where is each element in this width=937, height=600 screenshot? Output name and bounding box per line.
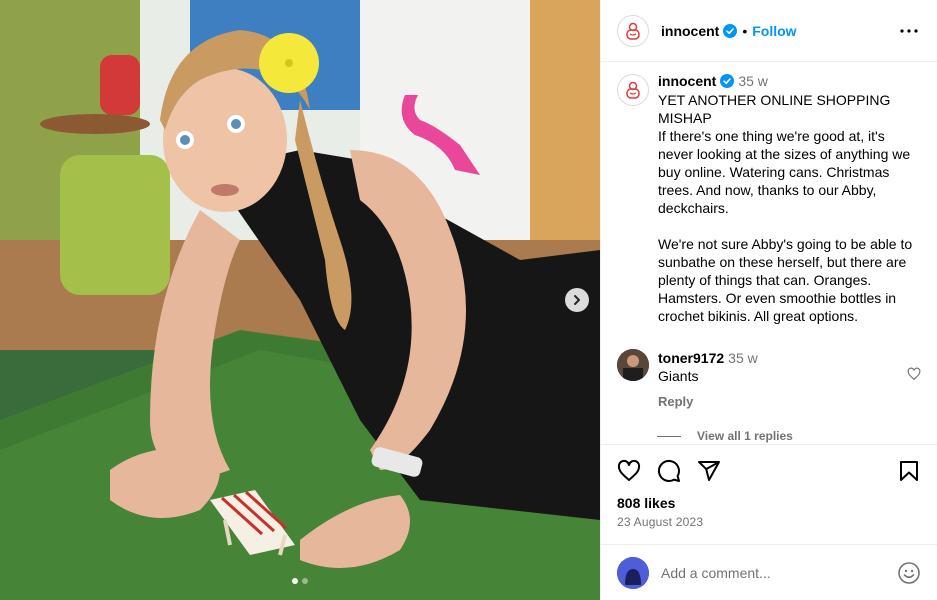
header-separator: • [742,22,748,39]
post-media [0,0,600,600]
comment-like-heart-icon[interactable] [907,367,921,381]
next-slide-button[interactable] [565,288,589,312]
emoji-icon[interactable] [897,561,921,585]
innocent-logo-icon [626,22,640,40]
commenter-photo [617,349,649,381]
next-slide-icon [574,295,580,305]
save-button[interactable] [897,459,921,483]
comment-time[interactable]: 35 w [728,350,758,366]
commenter-avatar[interactable] [617,349,649,381]
reply-button[interactable]: Reply [658,393,693,411]
more-options-icon [900,28,918,33]
comment-icon [657,459,680,482]
replies-divider [657,435,681,437]
post-actions: 808 likes 23 August 2023 [601,444,937,544]
innocent-logo-icon [626,81,640,99]
like-heart-icon [617,459,641,481]
caption: innocent 35 w YET ANOTHER ONLINE SHOPPING… [617,72,921,325]
comment-username[interactable]: toner9172 [658,350,724,366]
post-dialog: innocent • Follow innocent 35 w YET ANOT… [0,0,937,600]
my-avatar [617,556,649,589]
carousel-dot [292,578,298,584]
share-icon [698,461,720,481]
view-replies-label: View all 1 replies [697,429,793,443]
verified-badge-icon [723,23,738,38]
likes-count[interactable]: 808 likes [617,495,921,511]
post-side-panel: innocent • Follow innocent 35 w YET ANOT… [600,0,937,600]
comment: toner9172 35 w Giants Reply [617,349,921,411]
carousel-dot [302,578,308,584]
post-date[interactable]: 23 August 2023 [617,515,921,529]
my-avatar-image [617,556,649,589]
verified-badge-icon [720,74,735,88]
carousel-indicator [0,578,600,584]
caption-text: YET ANOTHER ONLINE SHOPPING MISHAP If th… [658,92,913,324]
account-avatar[interactable] [617,14,649,47]
view-replies-button[interactable]: View all 1 replies [657,429,921,443]
comments-area[interactable]: innocent 35 w YET ANOTHER ONLINE SHOPPING… [601,62,937,444]
more-options-button[interactable] [897,19,921,43]
add-comment-bar [601,544,937,600]
comment-text: Giants [658,368,699,384]
account-username[interactable]: innocent [661,23,719,39]
post-header: innocent • Follow [601,0,937,62]
caption-username[interactable]: innocent [658,73,716,89]
follow-button[interactable]: Follow [752,23,796,39]
save-bookmark-icon [900,461,918,481]
action-icons [617,459,921,483]
caption-avatar[interactable] [617,74,649,106]
comment-button[interactable] [657,459,681,483]
share-button[interactable] [697,459,721,483]
post-photo [0,0,600,600]
caption-time[interactable]: 35 w [738,73,768,89]
add-comment-input[interactable] [661,564,897,581]
like-button[interactable] [617,459,641,483]
